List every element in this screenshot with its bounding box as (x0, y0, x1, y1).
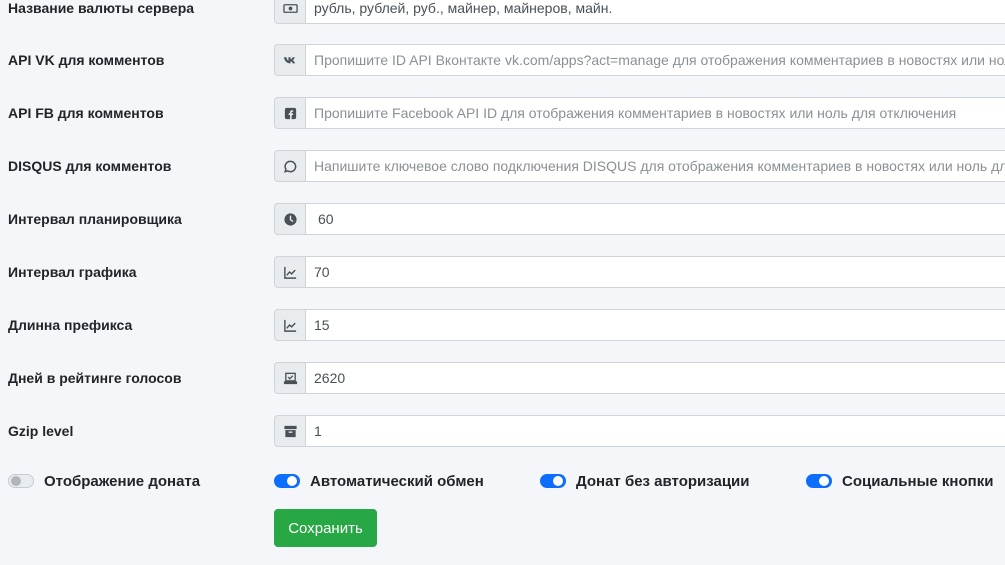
field-label-disqus: DISQUS для комментов (8, 158, 172, 174)
fb-api-input[interactable] (305, 97, 1005, 129)
toggle-auto-exchange[interactable]: Автоматический обмен (274, 466, 484, 496)
input-group-fb (274, 97, 1005, 129)
field-label-chart-interval: Интервал графика (8, 264, 137, 280)
input-group-vk (274, 44, 1005, 76)
field-label-vk: API VK для комментов (8, 52, 165, 68)
currency-name-input[interactable] (305, 0, 1005, 24)
input-group-currency (274, 0, 1005, 24)
switch-donate-display[interactable] (8, 474, 34, 488)
toggle-donate-display[interactable]: Отображение доната (8, 466, 200, 496)
chart-icon (274, 256, 305, 288)
scheduler-interval-input[interactable] (305, 203, 1005, 235)
vote-icon (274, 362, 305, 394)
prefix-length-input[interactable] (305, 309, 1005, 341)
toggle-row: Отображение доната Автоматический обмен … (0, 466, 1005, 496)
input-group-chart-interval (274, 256, 1005, 288)
toggle-social-buttons[interactable]: Социальные кнопки (806, 466, 993, 496)
gzip-level-input[interactable] (305, 415, 1005, 447)
input-group-scheduler (274, 203, 1005, 235)
field-row-chart-interval: Интервал графика (0, 256, 1005, 288)
vk-api-input[interactable] (305, 44, 1005, 76)
switch-donate-no-auth[interactable] (540, 474, 566, 488)
switch-knob (11, 476, 21, 486)
input-group-vote-days (274, 362, 1005, 394)
toggle-label-donate-display: Отображение доната (44, 472, 201, 490)
toggle-label-auto-exchange: Автоматический обмен (310, 472, 484, 490)
comment-icon (274, 150, 305, 182)
field-row-vote-days: Дней в рейтинге голосов (0, 362, 1005, 394)
toggle-donate-no-auth[interactable]: Донат без авторизации (540, 466, 750, 496)
field-row-disqus: DISQUS для комментов (0, 150, 1005, 182)
field-row-vk: API VK для комментов (0, 44, 1005, 76)
input-group-disqus (274, 150, 1005, 182)
field-label-vote-days: Дней в рейтинге голосов (8, 370, 182, 386)
field-row-gzip: Gzip level (0, 415, 1005, 447)
field-row-scheduler: Интервал планировщика (0, 203, 1005, 235)
switch-social-buttons[interactable] (806, 474, 832, 488)
field-row-prefix: Длинна префикса (0, 309, 1005, 341)
input-group-prefix (274, 309, 1005, 341)
switch-knob (553, 476, 563, 486)
field-row-fb: API FB для комментов (0, 97, 1005, 129)
switch-knob (819, 476, 829, 486)
money-icon (274, 0, 305, 24)
switch-knob (287, 476, 297, 486)
field-row-currency: Название валюты сервера (0, 0, 1005, 24)
toggle-label-social-buttons: Социальные кнопки (842, 472, 994, 490)
chart-icon (274, 309, 305, 341)
field-label-fb: API FB для комментов (8, 105, 164, 121)
disqus-input[interactable] (305, 150, 1005, 182)
field-label-currency: Название валюты сервера (8, 0, 195, 16)
facebook-icon (274, 97, 305, 129)
vote-days-input[interactable] (305, 362, 1005, 394)
toggle-label-donate-no-auth: Донат без авторизации (576, 472, 750, 490)
clock-icon (274, 203, 305, 235)
field-label-gzip: Gzip level (8, 423, 74, 439)
chart-interval-input[interactable] (305, 256, 1005, 288)
field-label-prefix: Длинна префикса (8, 317, 133, 333)
vk-icon (274, 44, 305, 76)
archive-icon (274, 415, 305, 447)
input-group-gzip (274, 415, 1005, 447)
field-label-scheduler: Интервал планировщика (8, 211, 182, 227)
switch-auto-exchange[interactable] (274, 474, 300, 488)
save-button[interactable]: Сохранить (274, 509, 377, 547)
